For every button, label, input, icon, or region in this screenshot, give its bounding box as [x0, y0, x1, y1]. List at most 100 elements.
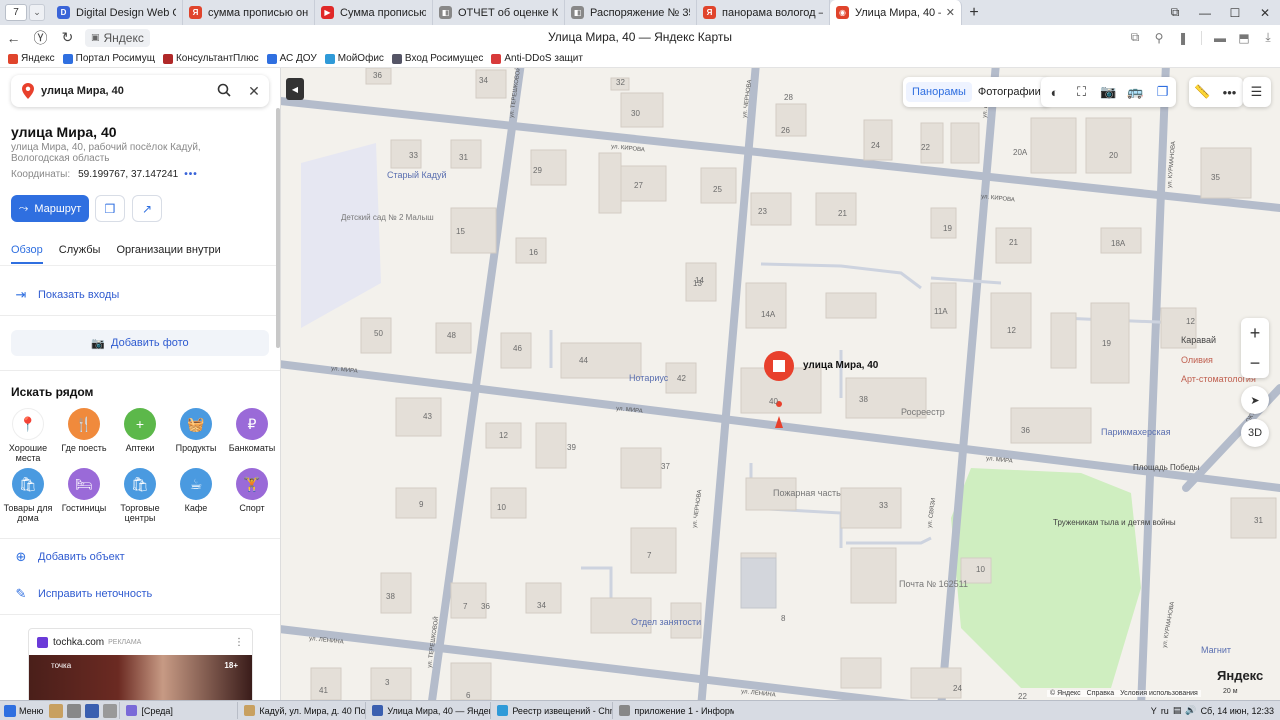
os-taskbar: Меню [Среда] Кадуй, ул. Мира, д. 40 По...… — [0, 700, 1280, 720]
show-entrances-link[interactable]: ⇥ Показать входы — [11, 287, 120, 303]
taskbar-task[interactable]: [Среда] — [119, 702, 237, 719]
fix-error-link[interactable]: ✎ Исправить неточность — [11, 586, 153, 602]
browser-tab[interactable]: ◧ Распоряжение № 35-316 — [565, 0, 697, 25]
sidebar-scrollbar[interactable] — [276, 108, 280, 348]
taskbar-task[interactable]: Кадуй, ул. Мира, д. 40 По... — [237, 702, 365, 719]
file-manager-icon[interactable] — [49, 703, 64, 718]
route-button[interactable]: ⤳ Маршрут — [11, 195, 89, 222]
yandex-home-icon[interactable]: Ⓨ — [27, 28, 54, 48]
panoramas-toggle[interactable]: Панорамы — [906, 82, 972, 102]
location-icon[interactable]: ⚲ — [1147, 31, 1171, 45]
bookmark-item[interactable]: Портал Росимущ — [62, 53, 155, 64]
downloads-icon[interactable]: ⤓ — [1256, 30, 1280, 45]
bookmark-item[interactable]: Вход Росимущес — [391, 53, 483, 64]
bookmark-item[interactable]: АС ДОУ — [266, 53, 317, 64]
nearby-category[interactable]: 🛏 Гостиницы — [56, 468, 112, 513]
share-button[interactable]: ↗ — [132, 195, 162, 222]
camera-icon[interactable]: 📷 — [1095, 84, 1122, 100]
bookmark-item[interactable]: КонсультантПлюс — [162, 53, 259, 64]
browser-tab[interactable]: ◧ ОТЧЕТ об оценке Кадуй. — [433, 0, 565, 25]
extensions-icon[interactable]: ▬ — [1208, 31, 1232, 45]
marker-label[interactable]: улица Мира, 40 — [803, 360, 878, 371]
window-minimize-icon[interactable]: — — [1190, 6, 1220, 20]
nearby-category[interactable]: 🧺 Продукты — [168, 408, 224, 453]
nearby-category[interactable]: 🛍 Товары для дома — [0, 468, 56, 523]
save-bookmark-button[interactable]: ❒ — [95, 195, 125, 222]
desktop-icon[interactable] — [103, 703, 118, 718]
clock[interactable]: Сб, 14 июн, 12:33 — [1201, 706, 1274, 716]
browser-tab[interactable]: Япанорама вологод — Янд — [697, 0, 830, 25]
yandex-tray-icon[interactable]: Y — [1151, 706, 1157, 716]
lang-indicator[interactable]: ru — [1161, 706, 1169, 716]
bookmark-item[interactable]: Яндекс — [8, 53, 55, 64]
nearby-category[interactable]: 📍 Хорошие места — [0, 408, 56, 463]
more-icon[interactable]: ••• — [1216, 85, 1243, 100]
ruler-icon[interactable]: 📏 — [1189, 84, 1216, 100]
category-label: Кафе — [184, 503, 208, 513]
map-search-box[interactable]: улица Мира, 40 ✕ — [11, 75, 269, 107]
clear-search-icon[interactable]: ✕ — [239, 83, 269, 100]
volume-icon[interactable]: 🔊 — [1185, 705, 1196, 716]
browser-tab[interactable]: Ясумма прописью онлайн — [183, 0, 315, 25]
bus-icon[interactable]: 🚌 — [1122, 84, 1149, 100]
nearby-category[interactable]: ☕ Кафе — [168, 468, 224, 513]
taskbar-task[interactable]: Улица Мира, 40 — Яндек... — [365, 702, 490, 719]
browser-tab[interactable]: ◉ Улица Мира, 40 — Янде ✕ — [830, 0, 962, 25]
category-label: Где поесть — [61, 443, 107, 453]
panorama-mode-icon[interactable]: ⛶ — [1068, 84, 1095, 100]
poi-label: Труженикам тыла и детям войны — [1053, 518, 1176, 527]
place-tab[interactable]: Организации внутри — [116, 244, 220, 264]
hamburger-menu-icon[interactable]: ☰ — [1243, 84, 1270, 100]
place-tab[interactable]: Обзор — [11, 244, 43, 264]
start-menu-button[interactable]: Меню — [0, 704, 47, 717]
tab-count-badge[interactable]: 7 — [5, 4, 27, 21]
taskbar-task[interactable]: Реестр извещений - Chro... — [490, 702, 612, 719]
bookmark-item[interactable]: МойОфис — [324, 53, 384, 64]
bookmark-icon[interactable]: ❚ — [1171, 31, 1195, 45]
tab-list-dropdown[interactable]: ⌄ — [29, 4, 45, 21]
3d-toggle-button[interactable]: 3D — [1241, 419, 1269, 447]
yandex-browser-icon[interactable] — [85, 703, 100, 718]
search-input[interactable]: улица Мира, 40 — [41, 85, 209, 97]
nearby-category[interactable]: 🍴 Где поесть — [56, 408, 112, 453]
tab-close-icon[interactable]: ✕ — [946, 6, 955, 19]
add-photo-button[interactable]: 📷 Добавить фото — [11, 330, 269, 356]
my-location-button[interactable]: ➤ — [1241, 386, 1269, 414]
browser-tab[interactable]: D Digital Design Web Client — [51, 0, 183, 25]
nearby-category[interactable]: 🛍 Торговые центры — [112, 468, 168, 523]
reload-icon[interactable]: ↻ — [54, 29, 81, 46]
translate-icon[interactable]: ⧉ — [1123, 30, 1147, 45]
window-close-icon[interactable]: ✕ — [1250, 6, 1280, 20]
traffic-icon[interactable]: ◐ — [1041, 85, 1068, 100]
map-canvas[interactable]: ул. КИРОВА ул. КИРОВА ул. МИРА ул. МИРА ул. … — [281, 68, 1280, 700]
layers-icon[interactable]: ❐ — [1149, 84, 1176, 100]
coordinates-more-icon[interactable]: ••• — [184, 169, 198, 180]
advertisement-card[interactable]: tochka.com РЕКЛАМА ⋮ точка 18+ — [28, 628, 253, 700]
ad-more-icon[interactable]: ⋮ — [234, 637, 244, 648]
copyright-item[interactable]: Справка — [1087, 690, 1114, 697]
browser-tab[interactable]: ▶ Сумма прописью онлайн — [315, 0, 433, 25]
zoom-out-button[interactable]: − — [1241, 348, 1269, 378]
network-icon[interactable]: ▤ — [1173, 705, 1182, 716]
back-icon[interactable]: ← — [0, 30, 27, 46]
collapse-sidebar-button[interactable]: ◀ — [286, 78, 304, 100]
place-tab[interactable]: Службы — [59, 244, 101, 264]
coordinates-value[interactable]: 59.199767, 37.147241 — [78, 169, 178, 180]
copyright-item[interactable]: Условия использования — [1120, 690, 1198, 697]
window-restore-icon[interactable]: ⧉ — [1160, 5, 1190, 20]
window-maximize-icon[interactable]: ☐ — [1220, 6, 1250, 20]
search-icon[interactable] — [209, 83, 239, 100]
new-tab-button[interactable]: + — [962, 4, 986, 22]
add-object-link[interactable]: ⊕ Добавить объект — [11, 549, 125, 565]
nearby-category[interactable]: + Аптеки — [112, 408, 168, 453]
photos-toggle[interactable]: Фотографии — [972, 82, 1047, 102]
apps-icon[interactable] — [67, 703, 82, 718]
zoom-in-button[interactable]: + — [1241, 318, 1269, 348]
bookmark-item[interactable]: Anti-DDoS защит — [491, 53, 583, 64]
taskbar-task[interactable]: приложение 1 - Информ. ... — [612, 702, 734, 719]
collections-icon[interactable]: ⬒ — [1232, 31, 1256, 45]
nearby-category[interactable]: 🏋 Спорт — [224, 468, 280, 513]
site-info-button[interactable]: ▣ Яндекс — [85, 28, 150, 47]
yandex-logo: Яндекс — [1217, 668, 1264, 683]
nearby-category[interactable]: ₽ Банкоматы — [224, 408, 280, 453]
